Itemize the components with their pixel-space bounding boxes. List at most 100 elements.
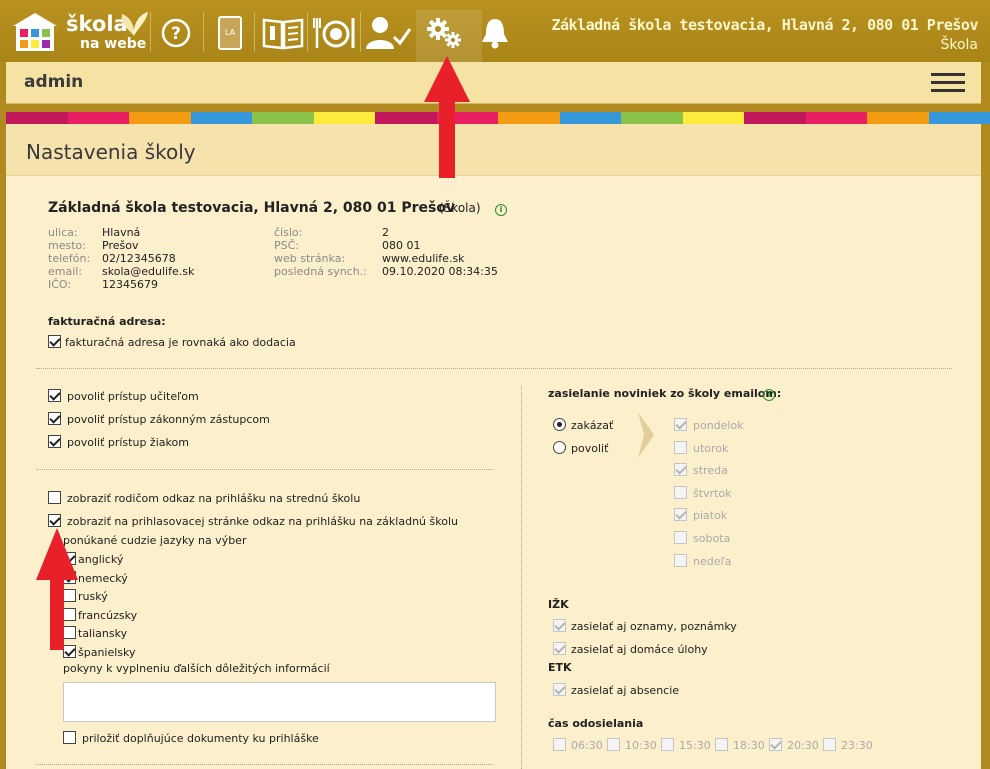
hamburger-menu-icon[interactable] <box>931 73 965 93</box>
etk-heading: ETK <box>548 661 572 674</box>
billing-heading: fakturačná adresa: <box>48 315 166 328</box>
teacher-icon[interactable] <box>364 14 412 52</box>
access-checkbox[interactable] <box>48 435 61 448</box>
newsletter-disable-label: zakázať <box>571 419 614 432</box>
instructions-textarea[interactable] <box>63 682 496 722</box>
field-label: posledná synch.: <box>274 265 367 278</box>
logo[interactable]: škola na webe <box>10 8 150 56</box>
field-label: IČO: <box>48 278 72 291</box>
time-checkbox[interactable] <box>715 738 728 751</box>
divider <box>36 368 952 369</box>
primary-link-label: zobraziť na prihlasovacej stránke odkaz … <box>67 515 458 528</box>
day-checkbox[interactable] <box>674 553 687 567</box>
attach-documents-label: priložiť doplňujúce dokumenty ku prihláš… <box>82 732 319 745</box>
primary-link-checkbox[interactable] <box>48 514 61 527</box>
time-checkbox[interactable] <box>823 738 836 751</box>
language-label: španielsky <box>78 645 136 659</box>
newsletter-enable-radio[interactable] <box>553 441 566 454</box>
field-value: 2 <box>382 226 389 239</box>
diary-icon[interactable]: LA <box>214 14 246 52</box>
newsletter-heading: zasielanie noviniek zo školy emailom: <box>548 387 782 400</box>
day-checkbox[interactable] <box>674 508 687 522</box>
color-band-segment <box>252 112 314 124</box>
day-label: utorok <box>693 441 729 455</box>
access-checkbox[interactable] <box>48 412 61 425</box>
color-band-segment <box>744 112 806 124</box>
access-label: povoliť prístup zákonným zástupcom <box>67 413 270 426</box>
user-bar: admin <box>6 62 981 104</box>
access-label: povoliť prístup žiakom <box>67 436 189 449</box>
newsletter-disable-radio[interactable] <box>553 418 566 431</box>
help-icon[interactable]: ? <box>160 14 192 52</box>
time-label: 18:30 <box>733 739 765 752</box>
dining-icon[interactable] <box>312 14 356 52</box>
nav-separator <box>360 12 361 52</box>
time-label: 06:30 <box>571 739 603 752</box>
time-heading: čas odosielania <box>548 717 644 730</box>
info-icon[interactable]: i <box>495 204 507 216</box>
instructions-label: pokyny k vyplneniu ďalších dôležitých in… <box>63 662 330 675</box>
column-divider <box>521 386 522 769</box>
header-school-type: Škola <box>940 37 978 53</box>
svg-text:?: ? <box>171 24 181 44</box>
color-band-segment <box>129 112 191 124</box>
day-checkbox[interactable] <box>674 463 687 477</box>
nav-separator <box>150 12 151 52</box>
time-checkbox[interactable] <box>553 738 566 751</box>
field-value: 09.10.2020 08:34:35 <box>382 265 498 278</box>
color-band-segment <box>67 112 129 124</box>
parent-link-checkbox[interactable] <box>48 491 61 504</box>
day-label: pondelok <box>693 419 744 432</box>
color-band-segment <box>805 112 867 124</box>
nav-separator <box>307 12 308 52</box>
language-label: francúzsky <box>78 608 138 622</box>
bell-icon[interactable] <box>478 14 512 52</box>
billing-same-checkbox[interactable] <box>48 335 61 348</box>
day-label: piatok <box>693 509 728 523</box>
day-label: sobota <box>693 532 731 545</box>
time-checkbox[interactable] <box>607 738 620 751</box>
color-band-segment <box>190 112 252 124</box>
time-checkbox[interactable] <box>769 738 782 751</box>
day-label: štvrtok <box>693 486 732 500</box>
language-label: ruský <box>78 590 108 603</box>
izk-notes-checkbox[interactable] <box>553 619 566 632</box>
color-band-segment <box>6 112 68 124</box>
time-label: 23:30 <box>841 739 873 752</box>
attach-documents-checkbox[interactable] <box>63 731 76 744</box>
billing-same-label: fakturačná adresa je rovnaká ako dodacia <box>65 336 296 349</box>
nav-separator <box>203 12 204 52</box>
header-school-title: Základná škola testovacia, Hlavná 2, 080… <box>551 16 978 34</box>
book-icon[interactable] <box>262 14 304 52</box>
time-label: 15:30 <box>679 739 711 752</box>
field-label: PSČ: <box>274 239 300 252</box>
color-band-segment <box>928 112 990 124</box>
field-label: mesto: <box>48 239 86 252</box>
chevron-right-icon <box>638 412 654 458</box>
etk-absence-checkbox[interactable] <box>553 683 566 696</box>
languages-heading: ponúkané cudzie jazyky na výber <box>63 534 247 547</box>
access-label: povoliť prístup učiteľom <box>67 390 199 403</box>
field-value: 12345679 <box>102 278 158 291</box>
newsletter-enable-label: povoliť <box>571 442 609 455</box>
field-value: skola@edulife.sk <box>102 265 195 278</box>
divider <box>36 469 493 470</box>
language-label: taliansky <box>78 627 128 640</box>
day-checkbox[interactable] <box>674 485 687 499</box>
day-checkbox[interactable] <box>674 440 687 454</box>
field-value: Hlavná <box>102 226 141 239</box>
page-title: Nastavenia školy <box>26 140 196 164</box>
field-label: telefón: <box>48 252 91 265</box>
day-checkbox[interactable] <box>674 418 687 431</box>
info-icon[interactable]: i <box>763 389 775 401</box>
school-type: (Škola) <box>439 201 481 215</box>
time-checkbox[interactable] <box>661 738 674 751</box>
time-label: 10:30 <box>625 739 657 752</box>
access-checkbox[interactable] <box>48 389 61 402</box>
settings-icon[interactable] <box>424 14 464 52</box>
red-arrow-up-icon <box>424 56 470 178</box>
field-label: ulica: <box>48 226 78 239</box>
day-checkbox[interactable] <box>674 531 687 544</box>
izk-homework-checkbox[interactable] <box>553 642 566 655</box>
language-label: anglický <box>78 553 124 566</box>
